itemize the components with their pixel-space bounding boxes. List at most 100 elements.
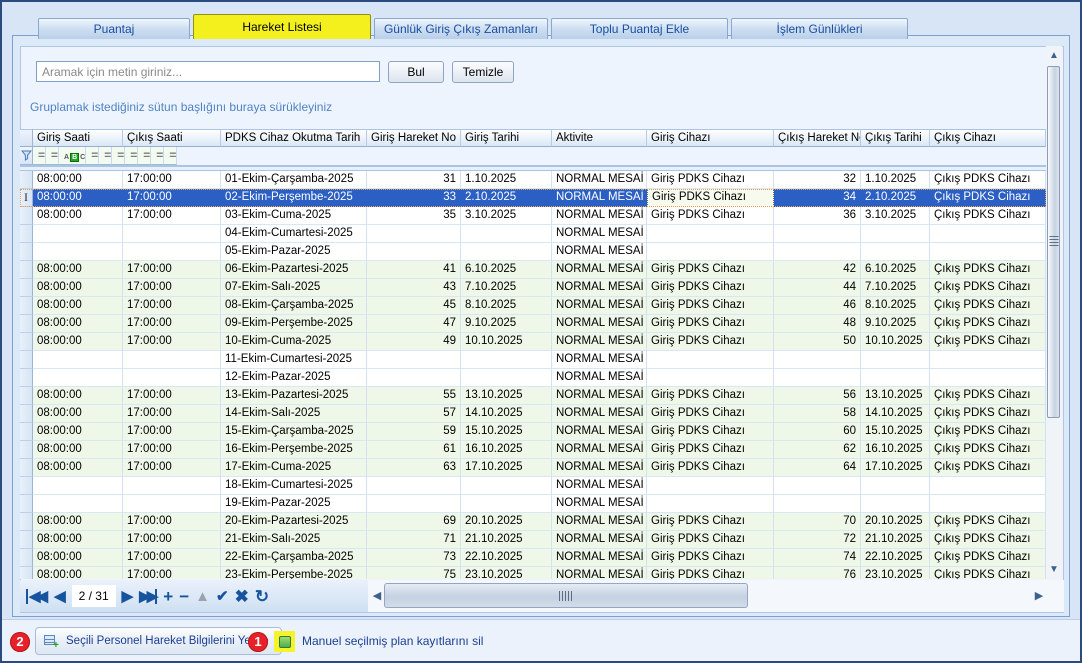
- cell-cikis_hareket_no[interactable]: [774, 351, 861, 369]
- cell-cikis_saati[interactable]: [123, 495, 221, 513]
- filter-cell-giris_tarihi[interactable]: =: [99, 147, 112, 165]
- cell-giris_saati[interactable]: 08:00:00: [33, 387, 123, 405]
- row-indicator[interactable]: [20, 171, 33, 189]
- cell-cikis_tarihi[interactable]: 15.10.2025: [861, 423, 930, 441]
- table-row[interactable]: 19-Ekim-Pazar-2025 NORMAL MESAİ: [20, 495, 1046, 513]
- cell-cikis_tarihi[interactable]: 2.10.2025: [861, 189, 930, 207]
- cell-cikis_cihazi[interactable]: [930, 369, 1046, 387]
- cell-giris_cihazi[interactable]: Giriş PDKS Cihazı: [647, 207, 774, 225]
- hscroll-right-arrow-icon[interactable]: ▶: [1034, 589, 1044, 603]
- cell-giris_tarihi[interactable]: 9.10.2025: [461, 315, 552, 333]
- cell-cikis_tarihi[interactable]: 16.10.2025: [861, 441, 930, 459]
- cell-giris_tarihi[interactable]: [461, 243, 552, 261]
- row-indicator[interactable]: [20, 243, 33, 261]
- nav-cancel-button[interactable]: ✖: [235, 588, 249, 605]
- cell-cikis_hareket_no[interactable]: [774, 369, 861, 387]
- cell-aktivite[interactable]: NORMAL MESAİ: [552, 225, 647, 243]
- cell-giris_saati[interactable]: 08:00:00: [33, 261, 123, 279]
- row-indicator[interactable]: [20, 423, 33, 441]
- cell-giris_tarihi[interactable]: [461, 351, 552, 369]
- cell-giris_tarihi[interactable]: 14.10.2025: [461, 405, 552, 423]
- cell-giris_saati[interactable]: 08:00:00: [33, 315, 123, 333]
- cell-giris_saati[interactable]: 08:00:00: [33, 189, 123, 207]
- cell-giris_hareket_no[interactable]: 55: [367, 387, 461, 405]
- cell-giris_cihazi[interactable]: [647, 351, 774, 369]
- focused-row-indicator[interactable]: I: [20, 189, 33, 207]
- cell-aktivite[interactable]: NORMAL MESAİ: [552, 495, 647, 513]
- filter-cell-aktivite[interactable]: =: [112, 147, 125, 165]
- cell-aktivite[interactable]: NORMAL MESAİ: [552, 513, 647, 531]
- table-row[interactable]: 08:00:0017:00:0017-Ekim-Cuma-20256317.10…: [20, 459, 1046, 477]
- column-header-giris_cihazi[interactable]: Giriş Cihazı: [647, 129, 774, 147]
- cell-cikis_saati[interactable]: [123, 225, 221, 243]
- cell-aktivite[interactable]: NORMAL MESAİ: [552, 351, 647, 369]
- cell-cikis_cihazi[interactable]: Çıkış PDKS Cihazı: [930, 531, 1046, 549]
- row-indicator[interactable]: [20, 459, 33, 477]
- cell-cikis_hareket_no[interactable]: 50: [774, 333, 861, 351]
- cell-giris_cihazi[interactable]: Giriş PDKS Cihazı: [647, 297, 774, 315]
- cell-cikis_cihazi[interactable]: Çıkış PDKS Cihazı: [930, 423, 1046, 441]
- cell-giris_tarihi[interactable]: [461, 225, 552, 243]
- cell-pdks_tarih[interactable]: 07-Ekim-Salı-2025: [221, 279, 367, 297]
- filter-cell-giris_saati[interactable]: =: [33, 147, 46, 165]
- cell-aktivite[interactable]: NORMAL MESAİ: [552, 279, 647, 297]
- cell-giris_hareket_no[interactable]: 33: [367, 189, 461, 207]
- row-indicator[interactable]: [20, 441, 33, 459]
- vertical-scrollbar[interactable]: ▲ ▼: [1046, 46, 1062, 580]
- cell-giris_saati[interactable]: 08:00:00: [33, 531, 123, 549]
- cell-giris_tarihi[interactable]: [461, 369, 552, 387]
- cell-giris_hareket_no[interactable]: 63: [367, 459, 461, 477]
- cell-giris_cihazi[interactable]: Giriş PDKS Cihazı: [647, 387, 774, 405]
- cell-cikis_tarihi[interactable]: 9.10.2025: [861, 315, 930, 333]
- cell-giris_saati[interactable]: 08:00:00: [33, 441, 123, 459]
- cell-pdks_tarih[interactable]: 04-Ekim-Cumartesi-2025: [221, 225, 367, 243]
- vscroll-up-arrow-icon[interactable]: ▲: [1046, 48, 1062, 64]
- cell-cikis_hareket_no[interactable]: 72: [774, 531, 861, 549]
- cell-giris_tarihi[interactable]: 21.10.2025: [461, 531, 552, 549]
- cell-cikis_hareket_no[interactable]: [774, 243, 861, 261]
- table-row[interactable]: 08:00:0017:00:0022-Ekim-Çarşamba-2025732…: [20, 549, 1046, 567]
- cell-cikis_tarihi[interactable]: 8.10.2025: [861, 297, 930, 315]
- cell-giris_hareket_no[interactable]: [367, 495, 461, 513]
- cell-cikis_hareket_no[interactable]: 42: [774, 261, 861, 279]
- nav-last-button[interactable]: ▶▶: [139, 589, 157, 604]
- cell-cikis_saati[interactable]: 17:00:00: [123, 315, 221, 333]
- tab-toplu-puantaj-ekle[interactable]: Toplu Puantaj Ekle: [551, 18, 728, 39]
- cell-giris_hareket_no[interactable]: [367, 225, 461, 243]
- filter-cell-cikis_tarihi[interactable]: =: [151, 147, 164, 165]
- cell-cikis_tarihi[interactable]: [861, 495, 930, 513]
- cell-pdks_tarih[interactable]: 08-Ekim-Çarşamba-2025: [221, 297, 367, 315]
- cell-pdks_tarih[interactable]: 19-Ekim-Pazar-2025: [221, 495, 367, 513]
- cell-pdks_tarih[interactable]: 02-Ekim-Perşembe-2025: [221, 189, 367, 207]
- cell-cikis_cihazi[interactable]: Çıkış PDKS Cihazı: [930, 441, 1046, 459]
- cell-cikis_saati[interactable]: 17:00:00: [123, 261, 221, 279]
- cell-cikis_saati[interactable]: 17:00:00: [123, 279, 221, 297]
- cell-cikis_tarihi[interactable]: 13.10.2025: [861, 387, 930, 405]
- row-indicator[interactable]: [20, 207, 33, 225]
- cell-pdks_tarih[interactable]: 16-Ekim-Perşembe-2025: [221, 441, 367, 459]
- cell-cikis_saati[interactable]: 17:00:00: [123, 441, 221, 459]
- vscroll-down-arrow-icon[interactable]: ▼: [1046, 562, 1062, 578]
- cell-cikis_saati[interactable]: 17:00:00: [123, 423, 221, 441]
- table-row[interactable]: 08:00:0017:00:0006-Ekim-Pazartesi-202541…: [20, 261, 1046, 279]
- row-indicator[interactable]: [20, 387, 33, 405]
- cell-giris_tarihi[interactable]: [461, 495, 552, 513]
- cell-pdks_tarih[interactable]: 15-Ekim-Çarşamba-2025: [221, 423, 367, 441]
- cell-cikis_cihazi[interactable]: [930, 495, 1046, 513]
- cell-giris_cihazi[interactable]: [647, 243, 774, 261]
- cell-giris_cihazi[interactable]: Giriş PDKS Cihazı: [647, 513, 774, 531]
- cell-cikis_cihazi[interactable]: Çıkış PDKS Cihazı: [930, 513, 1046, 531]
- cell-cikis_cihazi[interactable]: Çıkış PDKS Cihazı: [930, 567, 1046, 579]
- table-row[interactable]: 08:00:0017:00:0008-Ekim-Çarşamba-2025458…: [20, 297, 1046, 315]
- cell-aktivite[interactable]: NORMAL MESAİ: [552, 387, 647, 405]
- cell-aktivite[interactable]: NORMAL MESAİ: [552, 261, 647, 279]
- cell-cikis_hareket_no[interactable]: [774, 225, 861, 243]
- cell-giris_saati[interactable]: [33, 369, 123, 387]
- cell-giris_cihazi[interactable]: Giriş PDKS Cihazı: [647, 549, 774, 567]
- cell-pdks_tarih[interactable]: 13-Ekim-Pazartesi-2025: [221, 387, 367, 405]
- row-indicator[interactable]: [20, 261, 33, 279]
- cell-giris_hareket_no[interactable]: 45: [367, 297, 461, 315]
- tab-islem-gunlukleri[interactable]: İşlem Günlükleri: [731, 18, 908, 39]
- cell-cikis_tarihi[interactable]: 21.10.2025: [861, 531, 930, 549]
- cell-cikis_hareket_no[interactable]: 76: [774, 567, 861, 579]
